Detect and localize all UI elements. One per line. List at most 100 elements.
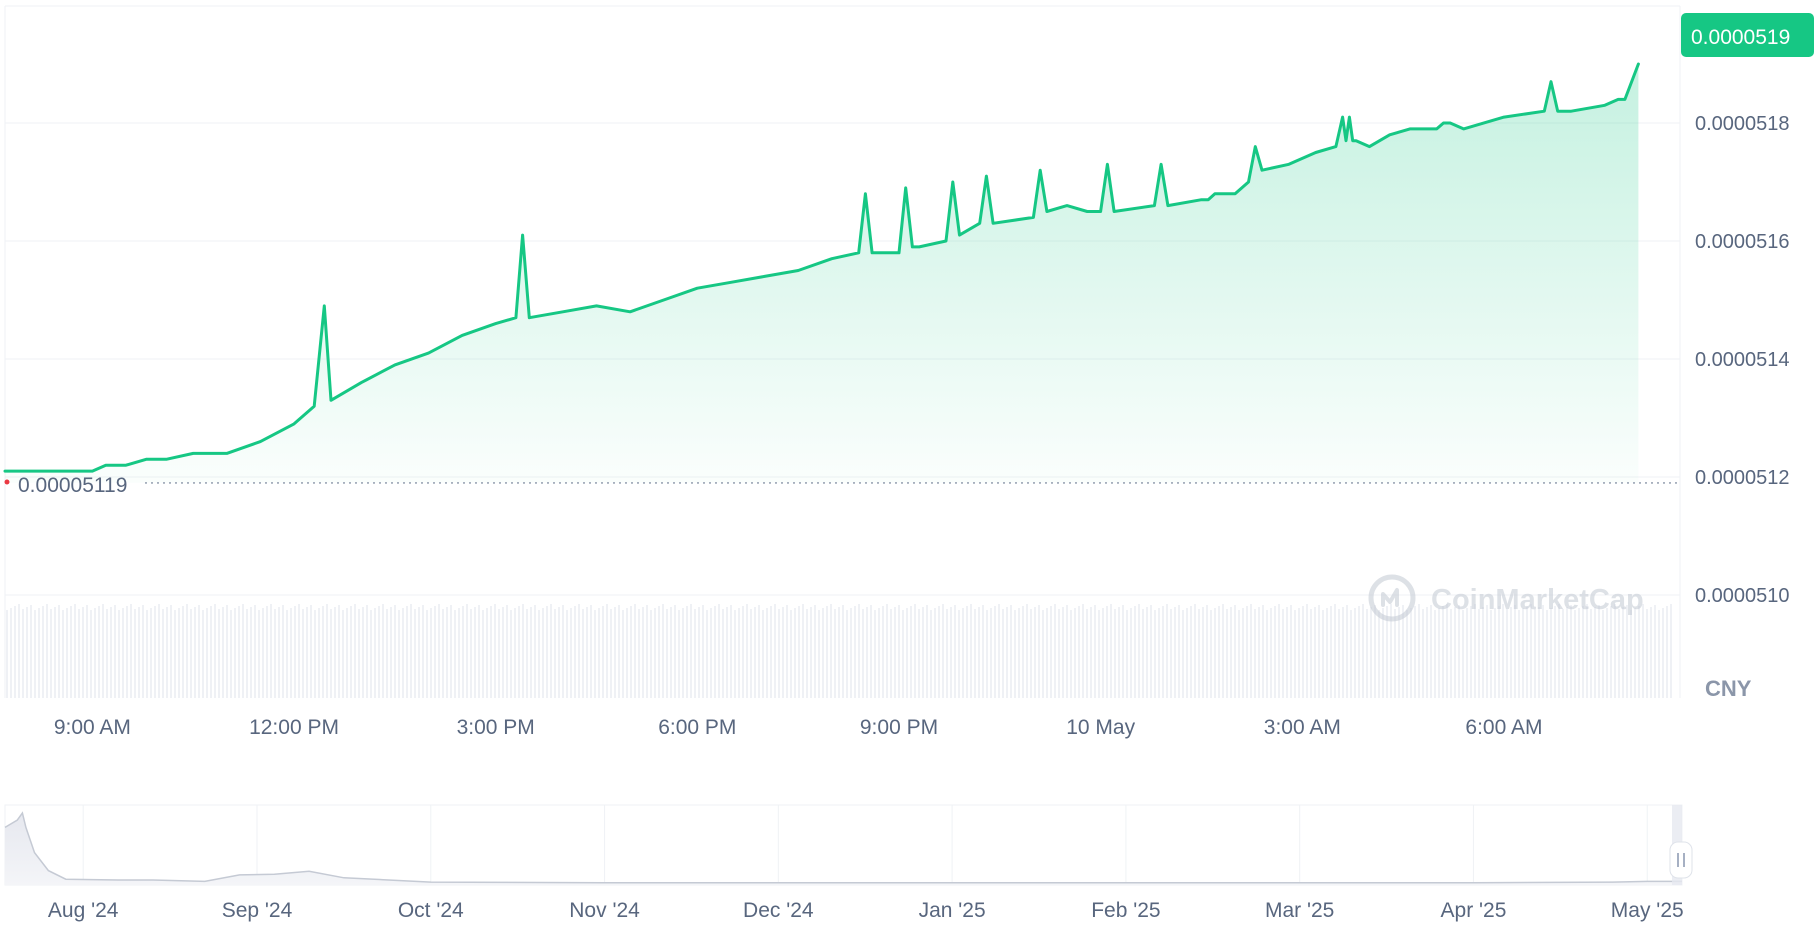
navigator-tick-label: Jan '25 [919, 899, 986, 922]
volume-bar [1414, 606, 1416, 698]
navigator-handle[interactable] [1669, 841, 1693, 879]
volume-bar [1530, 604, 1532, 698]
volume-bar [1130, 608, 1132, 698]
volume-bars [6, 604, 1672, 698]
volume-bar [1258, 607, 1260, 698]
volume-bar [630, 606, 632, 698]
volume-bar [470, 609, 472, 698]
volume-bar [774, 604, 776, 698]
volume-bar [1186, 608, 1188, 698]
volume-bar [694, 609, 696, 698]
volume-bar [1246, 606, 1248, 698]
volume-bar [1378, 610, 1380, 698]
volume-bar [1650, 607, 1652, 698]
volume-bar [426, 610, 428, 698]
volume-bar [1174, 607, 1176, 698]
volume-bar [586, 607, 588, 698]
volume-bar [1058, 609, 1060, 698]
volume-bar [882, 606, 884, 698]
volume-bar [894, 607, 896, 698]
volume-bar [154, 606, 156, 698]
volume-bar [1218, 606, 1220, 698]
volume-bar [510, 610, 512, 698]
volume-bar [1142, 609, 1144, 698]
volume-bar [1566, 607, 1568, 698]
volume-bar [1586, 604, 1588, 698]
volume-bar [498, 609, 500, 698]
volume-bar [1622, 607, 1624, 698]
volume-bar [714, 606, 716, 698]
volume-bar [482, 610, 484, 698]
volume-bar [762, 610, 764, 698]
y-axis-ticks: 0.0000518 0.0000516 0.0000514 0.0000512 0.00… [1695, 113, 1790, 607]
volume-bar [110, 607, 112, 698]
volume-bar [954, 605, 956, 698]
volume-bar [930, 610, 932, 698]
volume-bar [690, 604, 692, 698]
volume-bar [666, 609, 668, 698]
volume-bar [86, 605, 88, 698]
volume-bar [750, 609, 752, 698]
volume-bar [1670, 604, 1672, 698]
volume-bar [670, 607, 672, 698]
volume-bar [370, 610, 372, 698]
volume-bar [1242, 608, 1244, 698]
volume-bar [966, 606, 968, 698]
volume-bar [1410, 608, 1412, 698]
volume-bar [386, 609, 388, 698]
volume-bar [398, 610, 400, 698]
volume-bar [922, 607, 924, 698]
volume-bar [458, 608, 460, 698]
volume-bar [1570, 605, 1572, 698]
volume-bar [378, 606, 380, 698]
volume-bar [866, 607, 868, 698]
volume-bar [346, 608, 348, 698]
volume-bar [1198, 609, 1200, 698]
volume-bar [246, 609, 248, 698]
volume-bar [758, 605, 760, 698]
volume-bar [830, 604, 832, 698]
volume-bar [1214, 608, 1216, 698]
volume-bar [974, 609, 976, 698]
volume-bar [494, 604, 496, 698]
volume-bar [1614, 604, 1616, 698]
volume-bar [1418, 604, 1420, 698]
volume-bar [698, 607, 700, 698]
price-area [5, 64, 1639, 483]
volume-bar [206, 608, 208, 698]
volume-bar [1026, 604, 1028, 698]
volume-bar [1494, 608, 1496, 698]
volume-bar [286, 610, 288, 698]
volume-bar [870, 605, 872, 698]
volume-bar [1018, 608, 1020, 698]
volume-bar [650, 610, 652, 698]
y-tick-label: 0.0000510 [1695, 585, 1790, 607]
time-range-navigator[interactable] [4, 804, 1683, 886]
volume-bar [970, 604, 972, 698]
price-area-fill [5, 64, 1639, 483]
volume-bar [1438, 608, 1440, 698]
volume-bar [1602, 610, 1604, 698]
volume-bar [410, 604, 412, 698]
volume-bar [938, 606, 940, 698]
volume-bar [1202, 607, 1204, 698]
volume-bar [194, 607, 196, 698]
volume-bar [814, 605, 816, 698]
volume-bar [1194, 604, 1196, 698]
volume-bar [1606, 608, 1608, 698]
volume-bar [1126, 610, 1128, 698]
volume-bar [342, 610, 344, 698]
volume-bar [502, 607, 504, 698]
volume-bar [434, 606, 436, 698]
volume-bar [1354, 608, 1356, 698]
volume-bar [50, 609, 52, 698]
x-tick-label: 3:00 AM [1264, 716, 1341, 739]
volume-bar [290, 608, 292, 698]
volume-bar [430, 608, 432, 698]
volume-bar [1266, 610, 1268, 698]
volume-bar [1638, 606, 1640, 698]
volume-bar [1278, 604, 1280, 698]
volume-bar [1374, 605, 1376, 698]
volume-bar [10, 608, 12, 698]
volume-bar [678, 610, 680, 698]
